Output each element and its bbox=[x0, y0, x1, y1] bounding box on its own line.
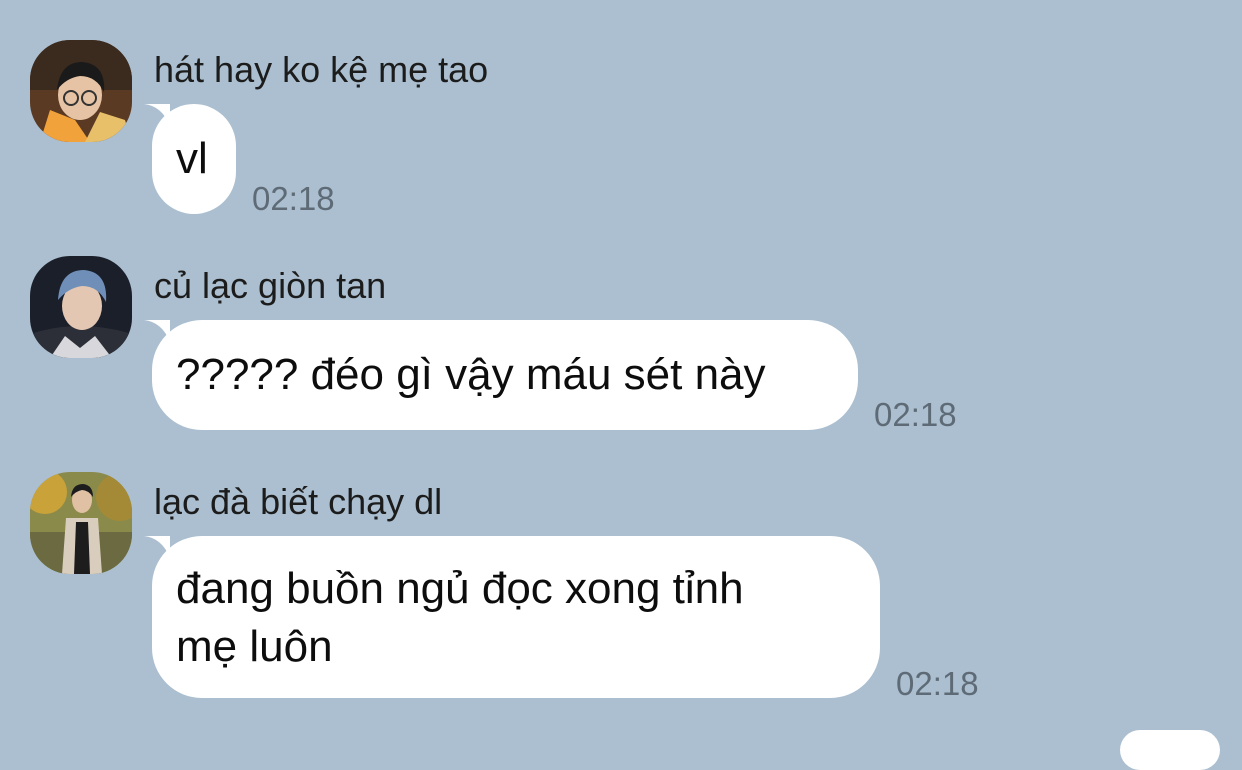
sender-name: hát hay ko kệ mẹ tao bbox=[154, 49, 489, 90]
message-time: 02:18 bbox=[896, 665, 979, 702]
message-bubble[interactable]: vl bbox=[152, 104, 236, 214]
user-avatar[interactable] bbox=[30, 472, 132, 574]
avatar-image bbox=[30, 256, 132, 358]
message-text: ????? đéo gì vậy máu sét này bbox=[176, 350, 766, 399]
message-time: 02:18 bbox=[874, 396, 957, 433]
message-bubble[interactable]: đang buồn ngủ đọc xong tỉnh mẹ luôn bbox=[152, 536, 880, 698]
message-text: vl bbox=[176, 134, 208, 183]
sender-name: củ lạc giòn tan bbox=[154, 265, 387, 306]
message-text-line: đang buồn ngủ đọc xong tỉnh bbox=[176, 564, 744, 613]
user-avatar[interactable] bbox=[30, 256, 132, 358]
sender-name: lạc đà biết chạy dl bbox=[154, 481, 443, 522]
user-avatar[interactable] bbox=[30, 40, 132, 142]
message-time: 02:18 bbox=[252, 180, 335, 217]
next-bubble-edge bbox=[1120, 730, 1220, 770]
avatar-image bbox=[30, 472, 132, 574]
message-bubble[interactable]: ????? đéo gì vậy máu sét này bbox=[152, 320, 858, 430]
avatar-image bbox=[30, 40, 132, 142]
message-text-line: mẹ luôn bbox=[176, 622, 333, 671]
